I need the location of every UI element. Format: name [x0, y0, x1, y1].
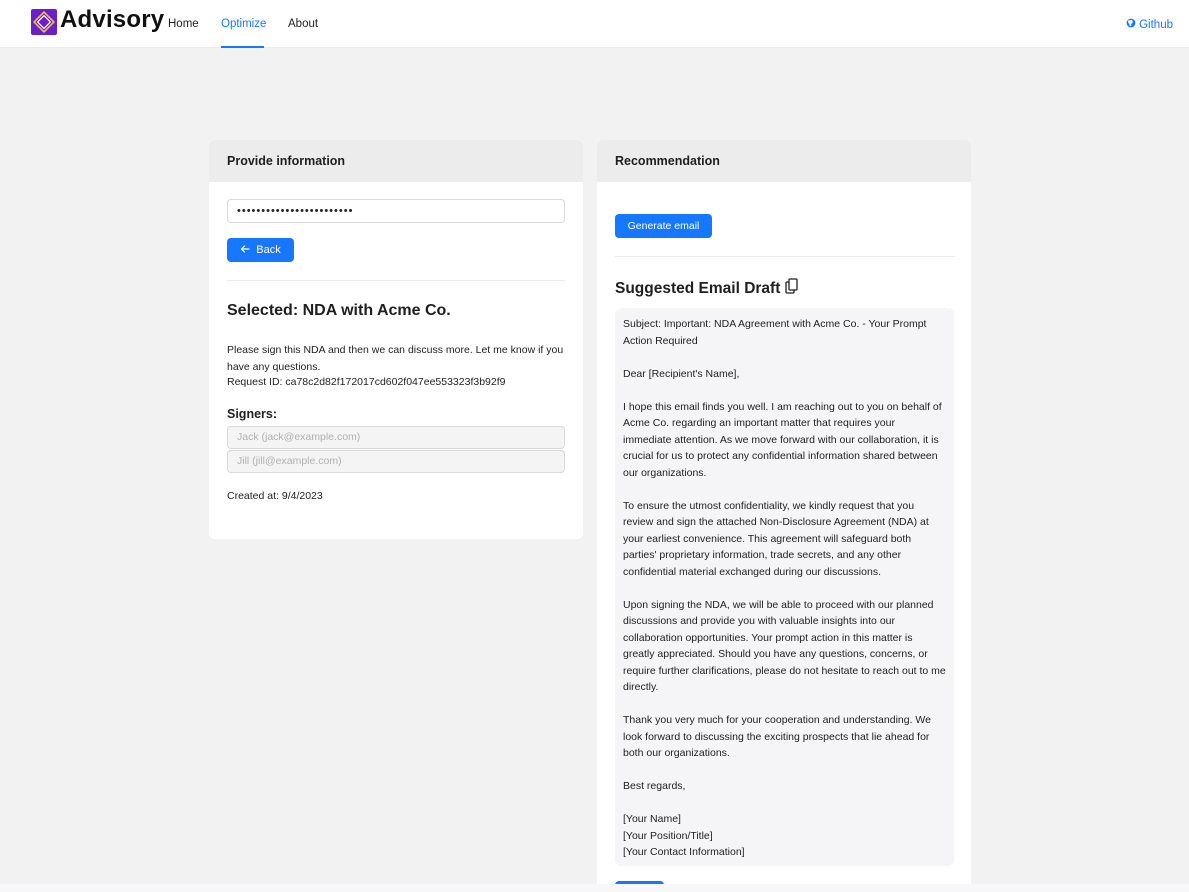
nav-about[interactable]: About — [288, 18, 318, 30]
signers-label: Signers: — [227, 407, 278, 421]
arrow-left-icon — [240, 244, 250, 257]
password-input[interactable]: •••••••••••••••••••••••• — [227, 199, 565, 223]
nav-optimize[interactable]: Optimize — [221, 18, 266, 30]
divider — [615, 256, 955, 257]
active-nav-indicator — [221, 46, 264, 48]
email-draft: Subject: Important: NDA Agreement with A… — [615, 308, 954, 866]
github-icon — [1126, 18, 1136, 31]
request-id: Request ID: ca78c2d82f172017cd602f047ee5… — [227, 376, 506, 388]
email-paragraph: I hope this email finds you well. I am r… — [623, 400, 942, 479]
generate-email-button[interactable]: Generate email — [615, 214, 712, 238]
request-description: Please sign this NDA and then we can dis… — [227, 344, 564, 373]
email-paragraph: To ensure the utmost confidentiality, we… — [623, 499, 929, 578]
draft-title: Suggested Email Draft — [615, 279, 781, 297]
provide-information-card: Provide information ••••••••••••••••••••… — [209, 140, 583, 539]
brand-name[interactable]: Advisory — [60, 6, 164, 34]
signer-field[interactable]: Jack (jack@example.com) — [227, 426, 565, 449]
signer-field[interactable]: Jill (jill@example.com) — [227, 450, 565, 473]
signature-line: [Your Contact Information] — [623, 846, 745, 858]
signature-line: [Your Name] — [623, 813, 681, 825]
selected-title: Selected: NDA with Acme Co. — [227, 302, 451, 319]
email-closing: Best regards, — [623, 780, 686, 792]
advisory-logo-icon[interactable] — [31, 9, 57, 35]
email-paragraph: Upon signing the NDA, we will be able to… — [623, 598, 946, 694]
recommendation-card: Recommendation Generate email Suggested … — [597, 140, 971, 892]
github-label: Github — [1139, 18, 1173, 31]
signature-line: [Your Position/Title] — [623, 829, 713, 842]
card-title: Provide information — [209, 140, 583, 182]
github-link[interactable]: Github — [1126, 18, 1173, 31]
copy-icon[interactable] — [785, 278, 799, 299]
created-at: Created at: 9/4/2023 — [227, 490, 323, 502]
card-title: Recommendation — [597, 140, 971, 182]
back-button[interactable]: Back — [227, 238, 294, 262]
draft-heading: Suggested Email Draft — [615, 278, 799, 299]
divider — [227, 280, 565, 281]
back-label: Back — [256, 244, 281, 256]
nav-home[interactable]: Home — [168, 18, 199, 30]
email-paragraph: Thank you very much for your cooperation… — [623, 714, 931, 759]
footer-strip — [0, 884, 1189, 892]
email-subject: Subject: Important: NDA Agreement with A… — [623, 318, 927, 347]
top-navbar: Advisory Home Optimize About Github — [0, 0, 1189, 48]
email-greeting: Dear [Recipient's Name], — [623, 367, 740, 380]
